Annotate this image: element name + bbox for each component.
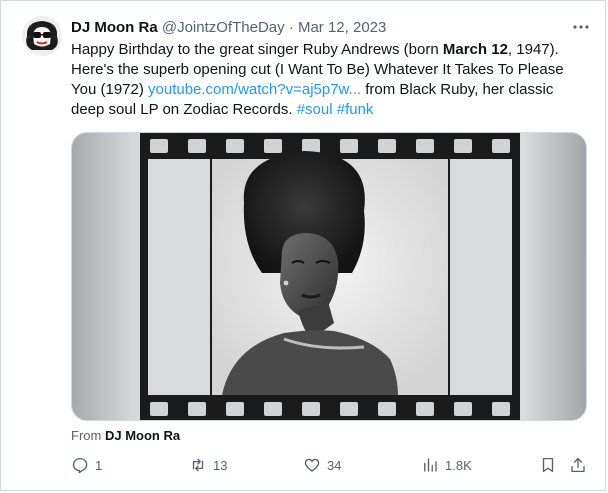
youtube-link[interactable]: youtube.com/watch?v=aj5p7w... (148, 81, 361, 98)
retweet-button[interactable]: 13 (189, 455, 227, 475)
bookmark-icon (542, 457, 554, 473)
avatar-image (22, 16, 62, 56)
media-from-name[interactable]: DJ Moon Ra (105, 428, 180, 443)
reply-icon (72, 457, 88, 474)
reply-button[interactable]: 1 (71, 455, 102, 475)
views-count: 1.8K (445, 457, 472, 473)
author-name[interactable]: DJ Moon Ra (71, 19, 158, 36)
reply-count: 1 (95, 457, 103, 473)
bookmark-button[interactable] (539, 455, 557, 475)
heart-icon (304, 458, 320, 472)
avatar[interactable] (22, 16, 62, 56)
action-bar: 1 13 34 1.8K (71, 455, 587, 475)
tweet-text-bold: March 12 (442, 41, 508, 58)
hashtag-soul[interactable]: #soul (297, 101, 333, 118)
film-strip-photo (140, 133, 520, 420)
views-icon (424, 458, 437, 472)
tweet-text-part: Happy Birthday to the great singer Ruby … (71, 41, 443, 58)
tweet-text: Happy Birthday to the great singer Ruby … (71, 40, 586, 120)
like-count: 34 (327, 457, 342, 473)
retweet-count: 13 (213, 457, 228, 473)
views-button[interactable]: 1.8K (421, 455, 472, 475)
share-icon (571, 457, 585, 473)
tweet-date[interactable]: Mar 12, 2023 (298, 19, 386, 36)
tweet-header: DJ Moon Ra @JointzOfTheDay · Mar 12, 202… (71, 18, 386, 38)
more-button[interactable] (568, 14, 594, 40)
media-image[interactable] (71, 132, 587, 421)
author-handle[interactable]: @JointzOfTheDay (162, 19, 285, 36)
media-from-label: From (71, 428, 102, 443)
like-button[interactable]: 34 (303, 455, 341, 475)
hashtag-funk[interactable]: #funk (337, 101, 374, 118)
media-attribution: From DJ Moon Ra (71, 428, 180, 444)
share-button[interactable] (569, 455, 587, 475)
more-icon (573, 25, 589, 29)
header-separator: · (288, 19, 294, 36)
retweet-icon (192, 458, 204, 472)
